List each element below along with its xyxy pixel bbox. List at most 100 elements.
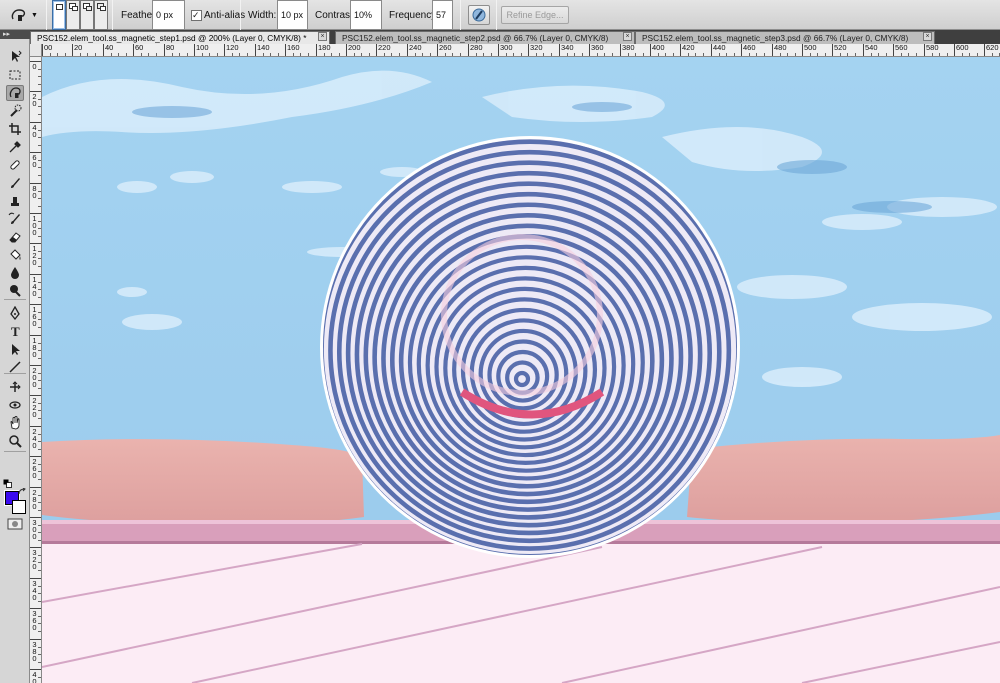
- history-brush-tool[interactable]: [6, 211, 24, 227]
- crop-tool[interactable]: [6, 121, 24, 137]
- antialias-checkbox[interactable]: ✓: [191, 10, 202, 21]
- ruler-minor-tick: [239, 53, 240, 56]
- close-tab-icon[interactable]: ×: [923, 32, 932, 41]
- ruler-minor-tick: [399, 53, 400, 56]
- marquee-icon: [9, 70, 21, 80]
- ruler-minor-tick: [734, 53, 735, 56]
- ruler-minor-tick: [38, 236, 41, 237]
- ruler-minor-tick: [38, 251, 41, 252]
- ruler-label: 80: [166, 44, 175, 52]
- tools-panel-header[interactable]: ▸▸: [0, 30, 30, 39]
- right-arm: [687, 435, 1000, 523]
- ruler-minor-tick: [38, 593, 41, 594]
- ruler-origin[interactable]: [30, 44, 42, 57]
- stamp-icon: [11, 197, 19, 206]
- quick-selection-icon: [10, 104, 22, 117]
- refine-edge-button[interactable]: Refine Edge...: [501, 6, 569, 24]
- ruler-minor-tick: [38, 540, 41, 541]
- ruler-minor-tick: [187, 53, 188, 56]
- ruler-minor-tick: [38, 175, 41, 176]
- blur-tool[interactable]: [6, 265, 24, 281]
- dodge-tool[interactable]: [6, 283, 24, 299]
- pen-icon: [10, 306, 20, 320]
- quick-mask-button[interactable]: [7, 518, 23, 530]
- contrast-input[interactable]: 10%: [350, 0, 382, 30]
- vertical-ruler[interactable]: 0 20 40 60 80 100 120 140 160 180 200 220 240 260 280 3…: [30, 57, 42, 683]
- hand-tool[interactable]: [6, 415, 24, 431]
- type-tool[interactable]: T: [6, 323, 24, 339]
- ruler-minor-tick: [209, 53, 210, 56]
- frequency-input[interactable]: 57: [432, 0, 453, 30]
- ruler-minor-tick: [293, 53, 294, 56]
- intersect-selection-button[interactable]: [94, 0, 108, 30]
- ruler-label: 380: [32, 640, 37, 663]
- ruler-label: 220: [378, 44, 391, 52]
- width-label: Width:: [248, 9, 277, 21]
- left-arm: [42, 439, 364, 526]
- ruler-minor-tick: [543, 53, 544, 56]
- move-tool[interactable]: [6, 48, 24, 64]
- tool-preset-picker[interactable]: ▼: [10, 0, 44, 30]
- zoom-tool[interactable]: [6, 433, 24, 449]
- document-tab[interactable]: PSC152.elem_tool.ss_magnetic_step2.psd @…: [335, 31, 635, 44]
- lasso-tool[interactable]: [6, 85, 24, 101]
- close-tab-icon[interactable]: ×: [623, 32, 632, 41]
- pen-tool[interactable]: [6, 305, 24, 321]
- ruler-minor-tick: [969, 53, 970, 56]
- ruler-label: 340: [561, 44, 574, 52]
- 3d-orbit-tool[interactable]: [6, 397, 24, 413]
- ruler-minor-tick: [871, 53, 872, 56]
- separator: [112, 0, 113, 30]
- add-to-selection-button[interactable]: [66, 0, 80, 30]
- default-colors-icon[interactable]: [3, 479, 12, 488]
- ruler-minor-tick: [38, 289, 41, 290]
- line-icon: [9, 361, 21, 373]
- ruler-minor-tick: [38, 647, 41, 648]
- healing-brush-tool[interactable]: [6, 157, 24, 173]
- subtract-from-selection-button[interactable]: [80, 0, 94, 30]
- ruler-label: 00: [44, 44, 53, 52]
- document-tabs: PSC152.elem_tool.ss_magnetic_step1.psd @…: [30, 30, 1000, 44]
- path-selection-tool[interactable]: [6, 341, 24, 357]
- eyedropper-tool[interactable]: [6, 139, 24, 155]
- magnetic-lasso-icon: [11, 9, 26, 21]
- document-tab[interactable]: PSC152.elem_tool.ss_magnetic_step1.psd @…: [30, 31, 330, 44]
- move-icon: [12, 50, 22, 62]
- 3d-rotate-tool[interactable]: [6, 379, 24, 395]
- eraser-tool[interactable]: [6, 229, 24, 245]
- ruler-label: 180: [318, 44, 331, 52]
- ruler-minor-tick: [932, 53, 933, 56]
- canvas-artwork: [42, 57, 1000, 683]
- width-input[interactable]: 10 px: [277, 0, 308, 30]
- document-canvas[interactable]: [42, 57, 1000, 683]
- document-tab[interactable]: PSC152.elem_tool.ss_magnetic_step3.psd @…: [635, 31, 935, 44]
- feather-input[interactable]: 0 px: [152, 0, 185, 30]
- ruler-minor-tick: [57, 53, 58, 56]
- clone-stamp-tool[interactable]: [6, 193, 24, 209]
- ruler-minor-tick: [270, 53, 271, 56]
- new-selection-button[interactable]: [52, 0, 66, 30]
- paint-bucket-tool[interactable]: [6, 247, 24, 263]
- ruler-label: 400: [652, 44, 665, 52]
- quick-selection-tool[interactable]: [6, 103, 24, 119]
- ruler-minor-tick: [795, 53, 796, 56]
- ruler-minor-tick: [521, 53, 522, 56]
- ruler-label: 200: [32, 366, 37, 389]
- ruler-minor-tick: [787, 53, 788, 56]
- brush-tool[interactable]: [6, 175, 24, 191]
- ruler-label: 220: [32, 396, 37, 419]
- ruler-minor-tick: [38, 206, 41, 207]
- horizontal-ruler[interactable]: 00 20 40 60 80 100 120 140 160 180 200 220 240 260 280…: [42, 44, 1000, 57]
- swap-colors-icon[interactable]: [18, 488, 27, 496]
- ruler-minor-tick: [483, 53, 484, 56]
- ruler-minor-tick: [38, 662, 41, 663]
- marquee-tool[interactable]: [6, 67, 24, 83]
- ruler-minor-tick: [324, 53, 325, 56]
- ruler-minor-tick: [141, 53, 142, 56]
- background-color-swatch[interactable]: [12, 500, 26, 514]
- ruler-minor-tick: [38, 631, 41, 632]
- ruler-minor-tick: [38, 532, 41, 533]
- tablet-pressure-button[interactable]: [468, 5, 490, 25]
- ruler-minor-tick: [38, 319, 41, 320]
- close-tab-icon[interactable]: ×: [318, 32, 327, 41]
